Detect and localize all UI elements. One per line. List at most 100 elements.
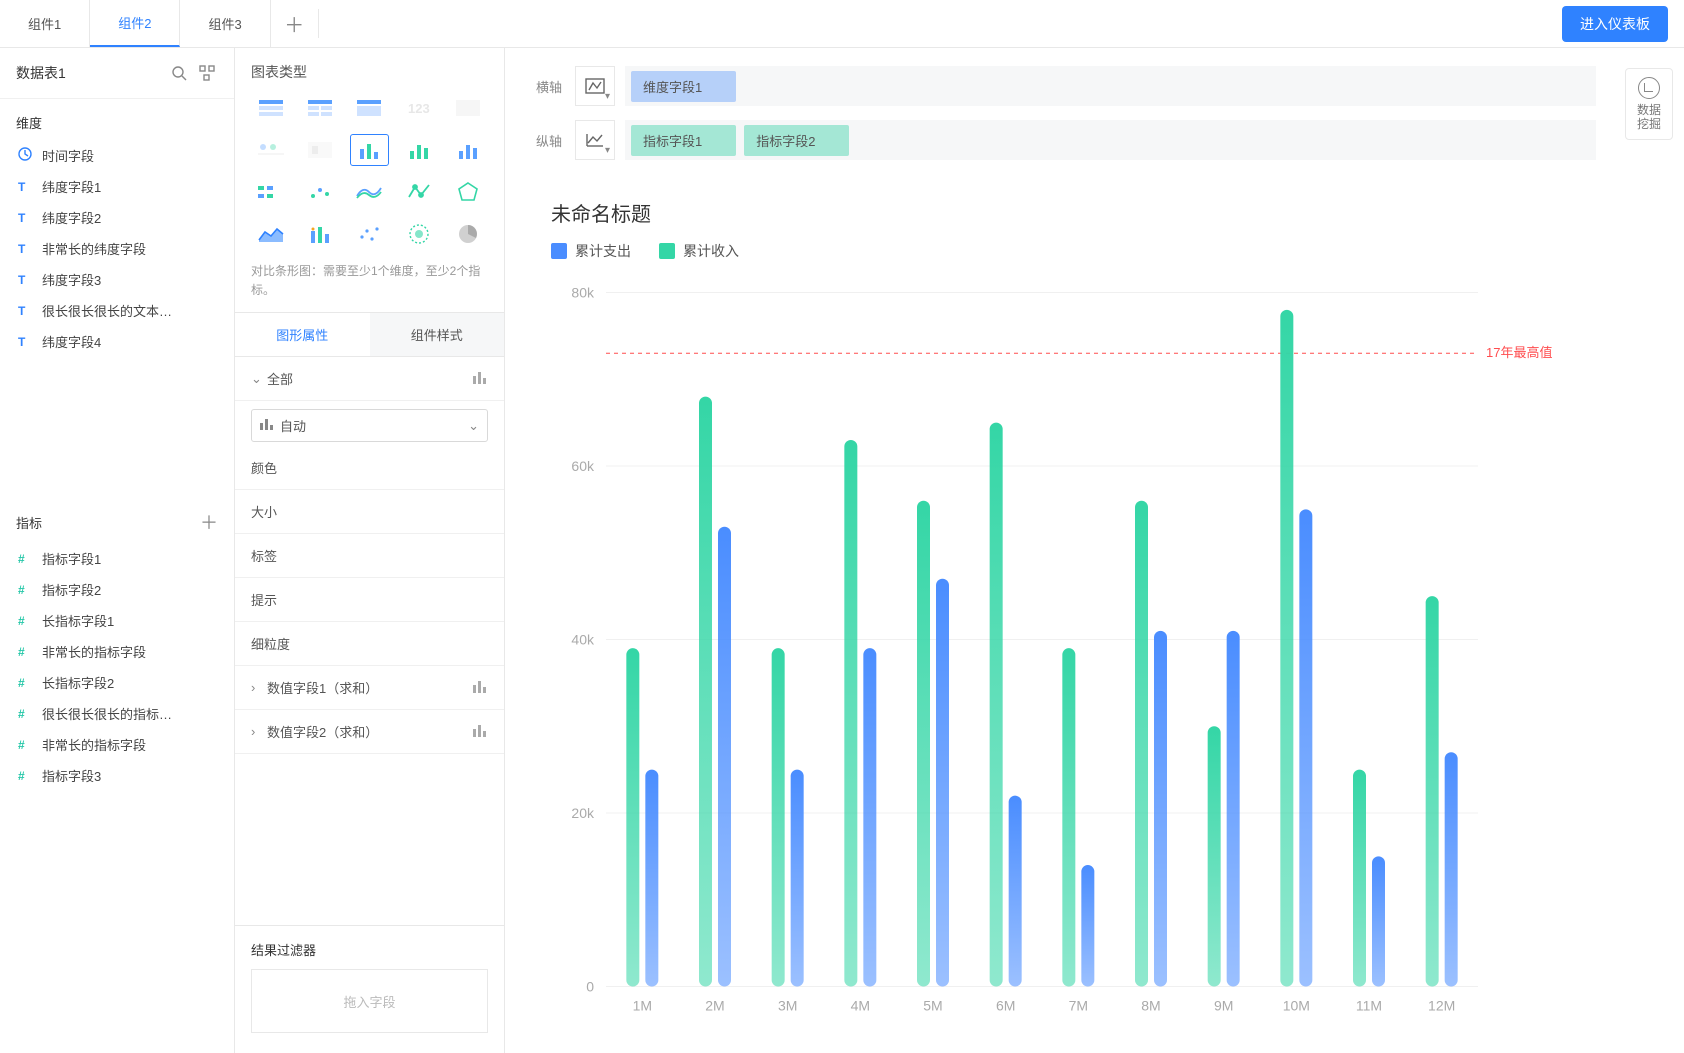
y-axis-type-button[interactable]: ▾ <box>575 120 615 160</box>
caret-down-icon: ▾ <box>605 145 610 156</box>
tab-component-style[interactable]: 组件样式 <box>370 313 505 356</box>
metric-field[interactable]: #很长很长很长的指标… <box>8 698 226 729</box>
chart-type-hint: 对比条形图：需要至少1个维度，至少2个指标。 <box>235 262 504 312</box>
bar[interactable] <box>1426 596 1439 986</box>
y-axis-dropzone[interactable]: 指标字段1 指标字段2 <box>625 120 1596 160</box>
metric-field[interactable]: #非常长的指标字段 <box>8 729 226 760</box>
metric-field[interactable]: #指标字段2 <box>8 574 226 605</box>
x-axis-pill[interactable]: 维度字段1 <box>631 71 736 102</box>
svg-text:10M: 10M <box>1283 998 1310 1014</box>
expand-all-row[interactable]: ⌄ 全部 <box>235 357 504 401</box>
chart-type-option[interactable] <box>399 176 438 208</box>
bar[interactable] <box>1227 631 1240 987</box>
legend-item[interactable]: 累计收入 <box>659 241 739 261</box>
bar[interactable] <box>936 579 949 987</box>
metric-field[interactable]: #长指标字段1 <box>8 605 226 636</box>
tab-component-2[interactable]: 组件2 <box>90 0 180 47</box>
add-tab-button[interactable]: ＋ <box>271 9 319 38</box>
bar[interactable] <box>1062 648 1075 986</box>
chart-type-option[interactable] <box>399 218 438 250</box>
bar[interactable] <box>1445 752 1458 986</box>
prop-row[interactable]: 颜色 <box>235 446 504 490</box>
bar[interactable] <box>1135 501 1148 987</box>
datasource-name[interactable]: 数据表1 <box>16 63 162 83</box>
bar[interactable] <box>844 440 857 987</box>
svg-text:9M: 9M <box>1214 998 1233 1014</box>
metric-field[interactable]: #非常长的指标字段 <box>8 636 226 667</box>
legend-item[interactable]: 累计支出 <box>551 241 631 261</box>
chart-type-option[interactable] <box>399 134 438 166</box>
y-axis-pill[interactable]: 指标字段1 <box>631 125 736 156</box>
chart-legend: 累计支出 累计收入 <box>551 241 1568 261</box>
bar[interactable] <box>791 770 804 987</box>
dim-field[interactable]: T纬度字段2 <box>8 202 226 233</box>
svg-text:11M: 11M <box>1356 998 1382 1014</box>
chart-type-option[interactable] <box>300 218 339 250</box>
bar[interactable] <box>990 423 1003 987</box>
bar[interactable] <box>718 527 731 987</box>
chart-type-option[interactable] <box>350 134 389 166</box>
metric-field[interactable]: #指标字段3 <box>8 760 226 791</box>
chart-type-option[interactable] <box>449 176 488 208</box>
bar[interactable] <box>1154 631 1167 987</box>
bar[interactable] <box>1353 770 1366 987</box>
add-metric-button[interactable]: ＋ <box>200 509 218 535</box>
bar[interactable] <box>645 770 658 987</box>
metric-field[interactable]: #长指标字段2 <box>8 667 226 698</box>
schema-icon[interactable] <box>196 62 218 84</box>
dim-field[interactable]: T纬度字段1 <box>8 171 226 202</box>
svg-text:6M: 6M <box>996 998 1015 1014</box>
search-icon[interactable] <box>168 62 190 84</box>
x-axis-type-button[interactable]: ▾ <box>575 66 615 106</box>
data-mining-button[interactable]: 数据挖掘 <box>1625 68 1673 140</box>
bar[interactable] <box>1081 865 1094 986</box>
bar[interactable] <box>863 648 876 986</box>
chart-type-option[interactable] <box>300 92 339 124</box>
tab-component-1[interactable]: 组件1 <box>0 0 90 47</box>
chart-type-option[interactable] <box>251 92 290 124</box>
bar[interactable] <box>772 648 785 986</box>
dim-field[interactable]: T纬度字段3 <box>8 264 226 295</box>
bar[interactable] <box>1009 796 1022 987</box>
chart-type-option[interactable] <box>300 176 339 208</box>
chart-type-option[interactable] <box>449 218 488 250</box>
prop-row[interactable]: 标签 <box>235 534 504 578</box>
filter-dropzone[interactable]: 拖入字段 <box>251 969 488 1033</box>
chart-type-option[interactable] <box>350 176 389 208</box>
chart-type-option[interactable] <box>251 176 290 208</box>
dim-field[interactable]: T很长很长很长的文本… <box>8 295 226 326</box>
chart-type-option[interactable] <box>449 134 488 166</box>
bar[interactable] <box>626 648 639 986</box>
agg-field-row[interactable]: ›数值字段1（求和） <box>235 666 504 710</box>
dim-field[interactable]: 时间字段 <box>8 140 226 171</box>
bar[interactable] <box>1280 310 1293 987</box>
dims-header: 维度 <box>0 99 234 140</box>
y-axis-label: 纵轴 <box>523 131 575 150</box>
chart-title[interactable]: 未命名标题 <box>551 198 1568 227</box>
tab-component-3[interactable]: 组件3 <box>180 0 270 47</box>
bar[interactable] <box>1208 726 1221 986</box>
text-type-icon: T <box>18 180 36 194</box>
bar[interactable] <box>917 501 930 987</box>
chart-type-option[interactable] <box>350 92 389 124</box>
prop-row[interactable]: 细粒度 <box>235 622 504 666</box>
display-mode-select[interactable]: 自动 ⌄ <box>251 409 488 442</box>
dim-field[interactable]: T非常长的纬度字段 <box>8 233 226 264</box>
agg-field-row[interactable]: ›数值字段2（求和） <box>235 710 504 754</box>
chart-type-option[interactable] <box>251 218 290 250</box>
analytics-icon <box>1638 77 1660 99</box>
prop-row[interactable]: 大小 <box>235 490 504 534</box>
metric-field[interactable]: #指标字段1 <box>8 543 226 574</box>
prop-row[interactable]: 提示 <box>235 578 504 622</box>
bar[interactable] <box>1299 509 1312 986</box>
chart-type-option <box>300 134 339 166</box>
legend-swatch <box>659 243 675 259</box>
enter-dashboard-button[interactable]: 进入仪表板 <box>1562 6 1668 42</box>
y-axis-pill[interactable]: 指标字段2 <box>744 125 849 156</box>
bar[interactable] <box>699 397 712 987</box>
bar[interactable] <box>1372 856 1385 986</box>
x-axis-dropzone[interactable]: 维度字段1 <box>625 66 1596 106</box>
dim-field[interactable]: T纬度字段4 <box>8 326 226 357</box>
chart-type-option[interactable] <box>350 218 389 250</box>
tab-graphic-props[interactable]: 图形属性 <box>235 313 370 356</box>
